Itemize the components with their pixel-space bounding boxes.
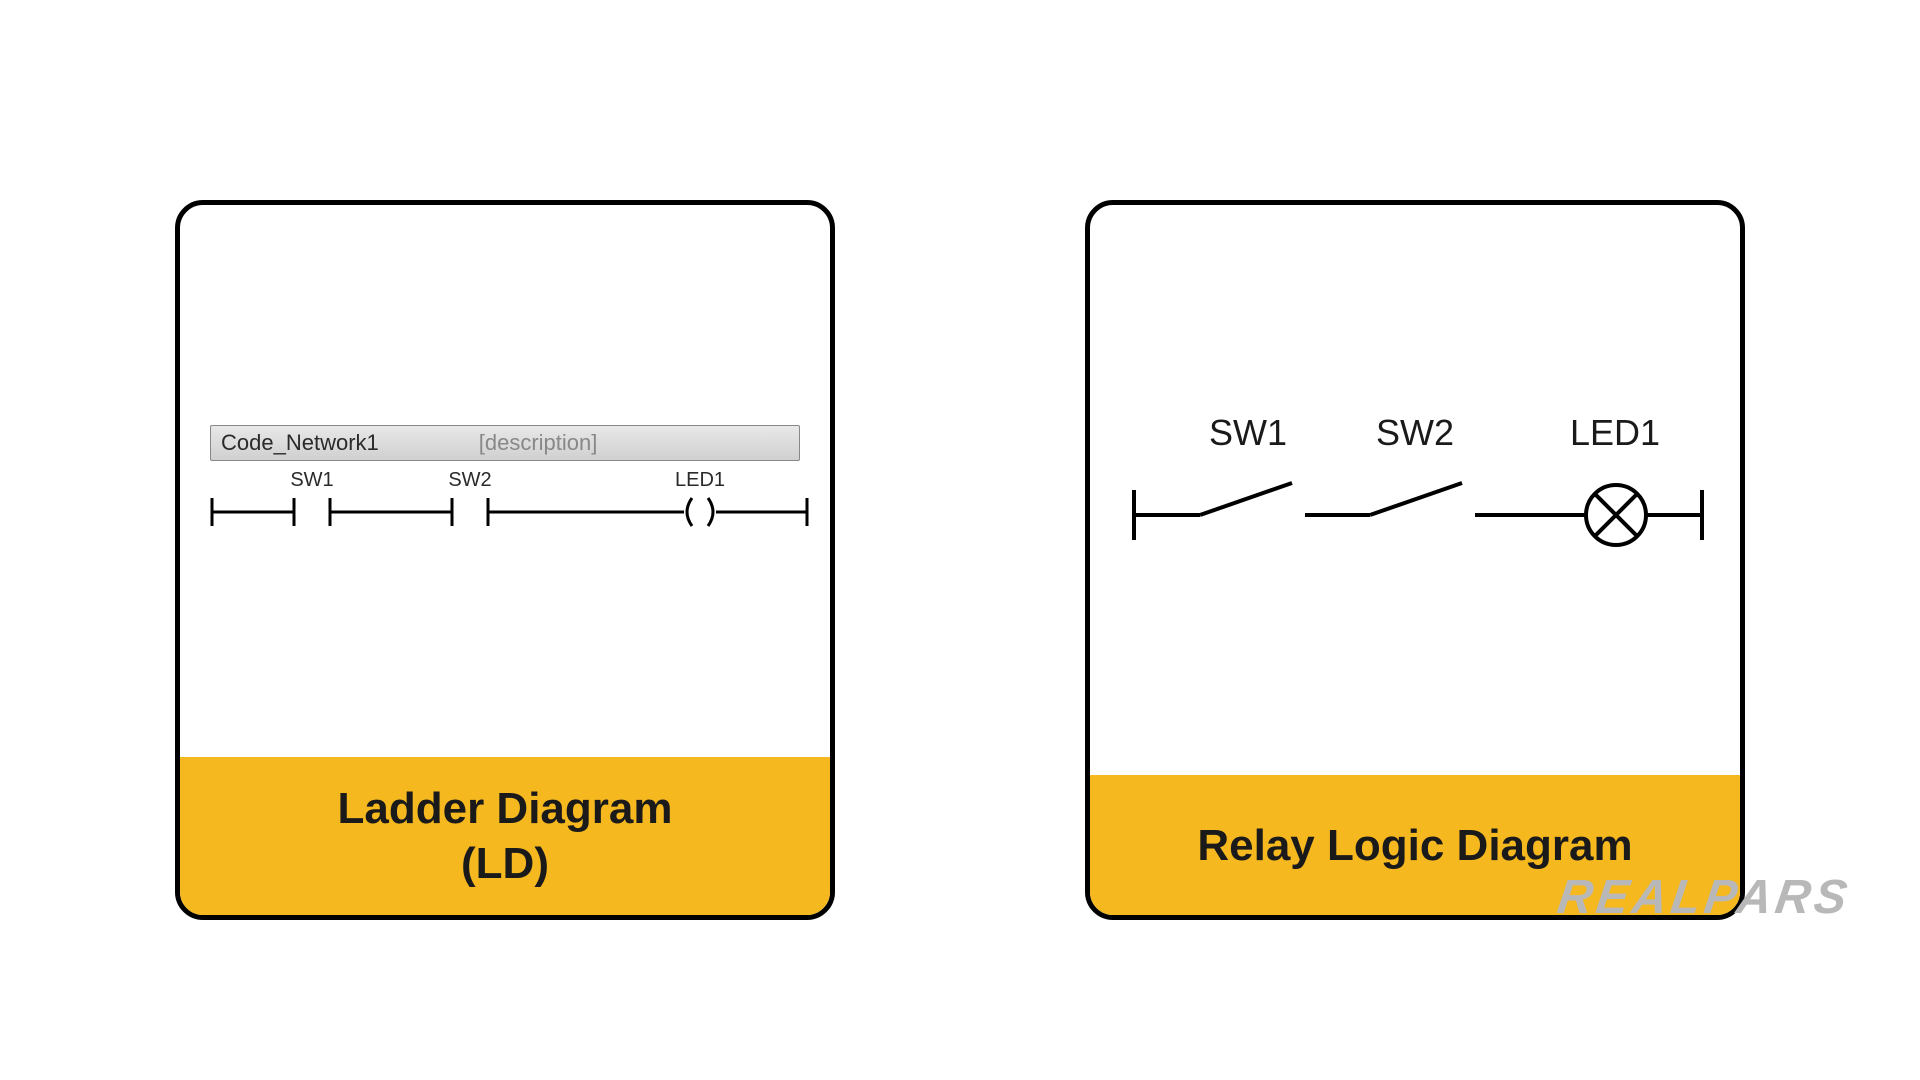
ld-led1-label: LED1 — [675, 470, 725, 491]
ladder-content: Code_Network1 [description] SW1 SW2 LED1 — [180, 205, 830, 757]
relay-circuit-svg: SW1 SW2 LED1 — [1130, 405, 1700, 580]
ladder-rung-svg: SW1 SW2 LED1 — [210, 470, 800, 565]
network-name-label: Code_Network1 — [221, 430, 379, 456]
network-header-bar: Code_Network1 [description] — [210, 425, 800, 461]
relay-title: Relay Logic Diagram — [1197, 818, 1632, 873]
ladder-title-line1: Ladder Diagram — [338, 781, 673, 836]
ladder-diagram-panel: Code_Network1 [description] SW1 SW2 LED1 — [175, 200, 835, 920]
relay-content: SW1 SW2 LED1 — [1090, 205, 1740, 775]
relay-sw1-label: SW1 — [1209, 412, 1287, 453]
relay-sw2-label: SW2 — [1376, 412, 1454, 453]
ladder-title-line2: (LD) — [461, 836, 549, 891]
relay-logic-panel: SW1 SW2 LED1 — [1085, 200, 1745, 920]
ld-sw1-label: SW1 — [290, 470, 333, 491]
network-description-placeholder: [description] — [479, 430, 598, 456]
ld-sw2-label: SW2 — [448, 470, 491, 491]
brand-logo: REALPARS — [1554, 870, 1854, 925]
ladder-panel-footer: Ladder Diagram (LD) — [180, 757, 830, 915]
relay-led1-label: LED1 — [1570, 412, 1660, 453]
